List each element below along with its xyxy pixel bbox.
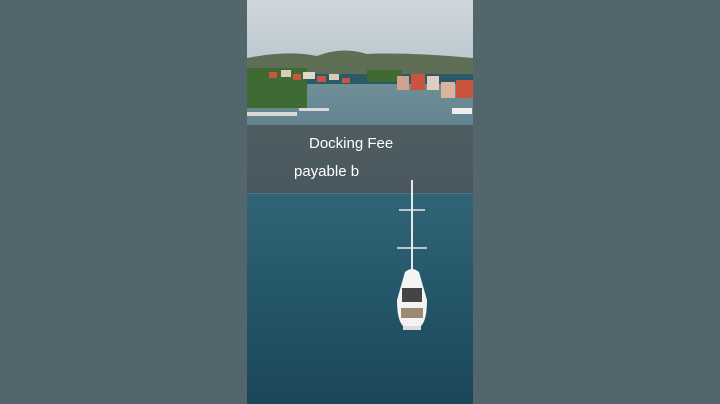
- sailboat: [397, 180, 427, 330]
- caption-line-1: Docking Fee: [309, 135, 394, 152]
- harbor-town: [247, 68, 473, 116]
- caption-line-2: payable b: [294, 163, 360, 180]
- right-letterbox: [473, 0, 720, 404]
- left-letterbox: [0, 0, 247, 404]
- open-sea: [247, 194, 473, 404]
- video-frame[interactable]: Docking Fee payable b: [247, 0, 473, 404]
